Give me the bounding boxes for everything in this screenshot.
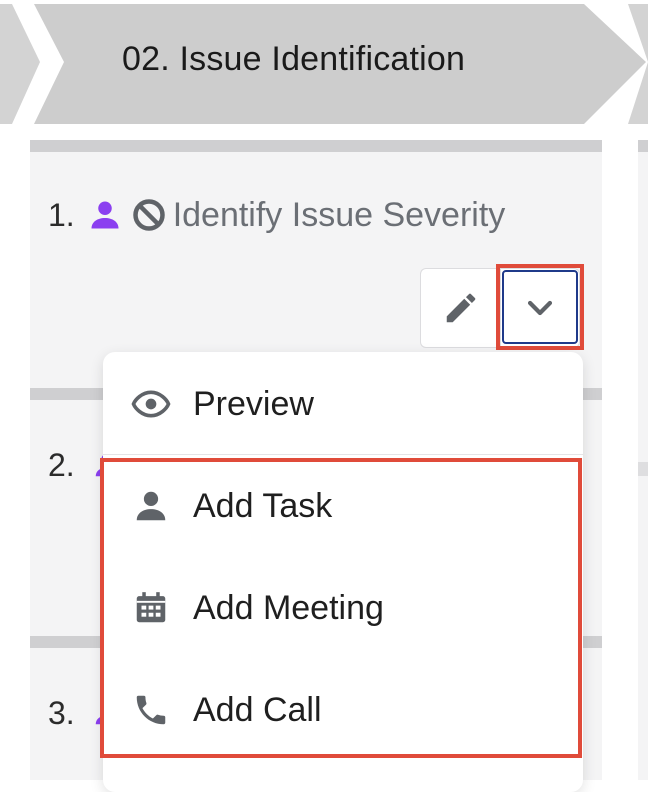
task-number: 3. xyxy=(48,694,75,731)
menu-item-add-meeting[interactable]: Add Meeting xyxy=(103,558,583,658)
phone-icon xyxy=(131,690,171,730)
assignee-person-icon xyxy=(91,201,119,229)
pencil-icon xyxy=(446,293,475,323)
stage-bar: 02. Issue Identification xyxy=(0,0,648,128)
menu-item-label: Add Call xyxy=(193,690,322,729)
task-number: 1. xyxy=(48,196,75,233)
edit-button[interactable] xyxy=(420,268,500,348)
next-column-row-rule xyxy=(638,462,648,476)
task-number: 2. xyxy=(48,446,75,483)
task-row-2[interactable]: 2. xyxy=(48,440,75,490)
task-row-1[interactable]: 1. Identify Issue Severity xyxy=(48,190,505,240)
blocked-icon xyxy=(132,199,165,231)
eye-icon xyxy=(131,384,171,424)
menu-item-label: Preview xyxy=(193,384,314,423)
chevron-down-icon xyxy=(527,300,553,316)
column-top-rule xyxy=(30,140,602,152)
actions-dropdown-button[interactable] xyxy=(500,268,580,348)
menu-item-add-task[interactable]: Add Task xyxy=(103,456,583,556)
task-title[interactable]: Identify Issue Severity xyxy=(173,196,506,235)
menu-divider xyxy=(103,454,583,455)
menu-item-add-call[interactable]: Add Call xyxy=(103,660,583,760)
menu-item-label: Add Meeting xyxy=(193,588,384,627)
task-row-3[interactable]: 3. xyxy=(48,688,75,738)
person-icon xyxy=(131,486,171,526)
stage-chevron-previous xyxy=(0,4,40,124)
menu-item-preview[interactable]: Preview xyxy=(103,354,583,454)
next-stage-column xyxy=(638,140,648,780)
calendar-icon xyxy=(131,588,171,628)
menu-item-label: Add Task xyxy=(193,486,333,525)
stage-title[interactable]: 02. Issue Identification xyxy=(122,40,465,79)
next-column-top-rule xyxy=(638,140,648,152)
